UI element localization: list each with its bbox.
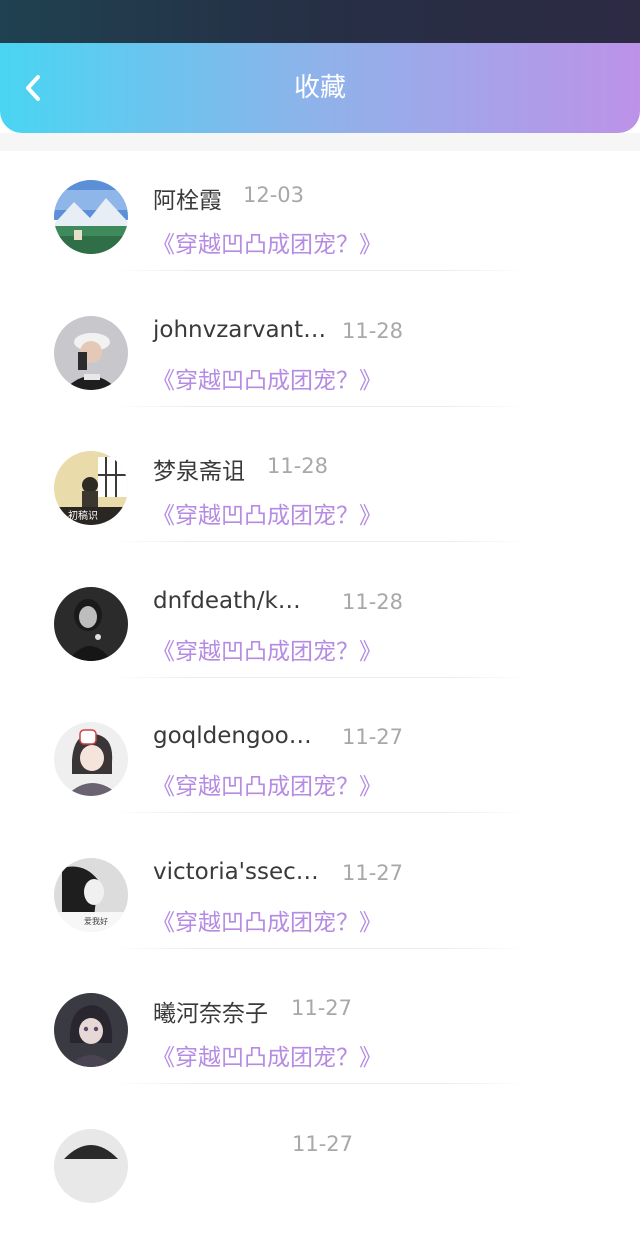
book-title-link[interactable]: 《穿越凹凸成团宠？》	[152, 632, 382, 666]
book-title-link[interactable]: 《穿越凹凸成团宠？》	[152, 361, 382, 395]
avatar[interactable]	[54, 993, 128, 1067]
book-title-link[interactable]: 《穿越凹凸成团宠？》	[152, 903, 382, 937]
svg-text:爱我好: 爱我好	[84, 916, 108, 926]
favorites-list: 阿栓霞 12-03 《穿越凹凸成团宠？》 johnvzarvant… 11-28…	[0, 151, 640, 1235]
date-label: 11-27	[342, 861, 403, 885]
user-name: 曦河奈奈子	[153, 994, 268, 1028]
date-label: 11-27	[291, 996, 352, 1020]
divider	[110, 812, 530, 813]
book-title-link[interactable]: 《穿越凹凸成团宠？》	[152, 767, 382, 801]
book-title-link[interactable]: 《穿越凹凸成团宠？》	[152, 496, 382, 530]
list-item[interactable]: 阿栓霞 12-03 《穿越凹凸成团宠？》	[0, 151, 640, 287]
divider	[110, 541, 530, 542]
avatar[interactable]: 爱我好	[54, 858, 128, 932]
date-label: 11-27	[342, 725, 403, 749]
list-item[interactable]: johnvzarvant… 11-28 《穿越凹凸成团宠？》	[0, 287, 640, 423]
divider	[110, 948, 530, 949]
user-name: 梦泉斋诅	[153, 452, 245, 486]
book-title-link[interactable]: 《穿越凹凸成团宠？》	[152, 1038, 382, 1072]
list-item[interactable]: 曦河奈奈子 11-27 《穿越凹凸成团宠？》	[0, 964, 640, 1100]
avatar[interactable]	[54, 722, 128, 796]
avatar[interactable]: 初稿识	[54, 451, 128, 525]
avatar[interactable]	[54, 180, 128, 254]
list-item[interactable]: 爱我好 victoria'ssec… 11-27 《穿越凹凸成团宠？》	[0, 829, 640, 965]
date-label: 12-03	[243, 183, 304, 207]
divider	[110, 270, 530, 271]
list-item[interactable]: goqldengoo… 11-27 《穿越凹凸成团宠？》	[0, 693, 640, 829]
date-label: 11-27	[292, 1132, 353, 1156]
date-label: 11-28	[342, 590, 403, 614]
book-title-link[interactable]: 《穿越凹凸成团宠？》	[152, 225, 382, 259]
date-label: 11-28	[267, 454, 328, 478]
date-label: 11-28	[342, 319, 403, 343]
list-item[interactable]: dnfdeath/k… 11-28 《穿越凹凸成团宠？》	[0, 558, 640, 694]
user-name: 阿栓霞	[153, 181, 222, 215]
user-name: victoria'ssec…	[153, 859, 319, 885]
user-name: dnfdeath/k…	[153, 588, 301, 614]
avatar[interactable]	[54, 316, 128, 390]
divider	[110, 1083, 530, 1084]
list-item[interactable]: 初稿识 梦泉斋诅 11-28 《穿越凹凸成团宠？》	[0, 422, 640, 558]
user-name: johnvzarvant…	[153, 317, 326, 343]
list-item[interactable]: 11-27	[0, 1100, 640, 1235]
back-button[interactable]	[16, 71, 50, 105]
svg-text:初稿识: 初稿识	[68, 509, 98, 522]
chevron-left-icon	[23, 74, 43, 102]
nav-header: 收藏	[0, 43, 640, 133]
page-title: 收藏	[0, 43, 640, 133]
divider	[110, 677, 530, 678]
section-gap	[0, 133, 640, 151]
divider	[110, 406, 530, 407]
user-name: goqldengoo…	[153, 723, 312, 749]
avatar[interactable]	[54, 587, 128, 661]
